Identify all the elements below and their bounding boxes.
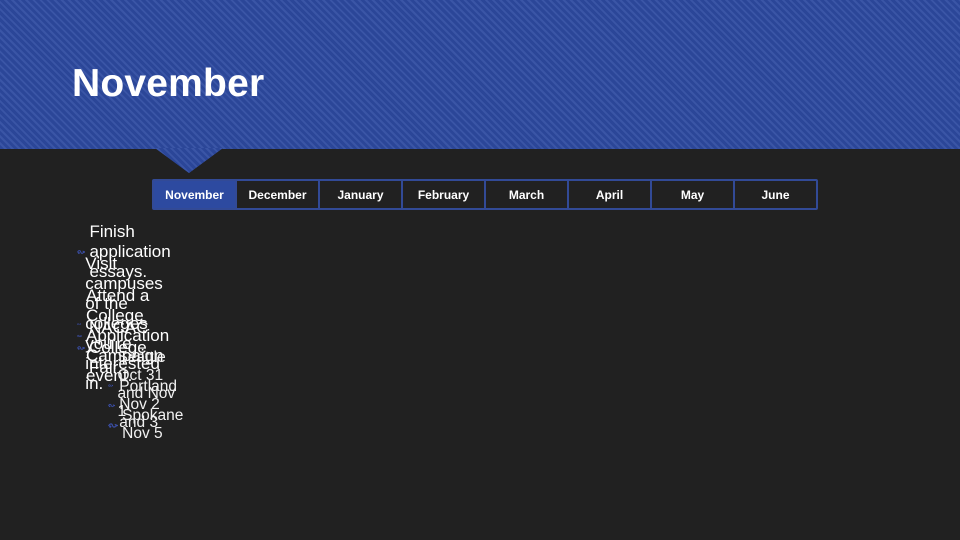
timeline-month-january[interactable]: January [320,181,403,208]
timeline-month-april[interactable]: April [569,181,652,208]
flourish-bullet-icon [108,422,119,428]
timeline-month-february[interactable]: February [403,181,486,208]
flourish-bullet-icon [77,346,86,350]
timeline-month-may[interactable]: May [652,181,735,208]
timeline-month-march[interactable]: March [486,181,569,208]
active-month-pointer [155,148,223,173]
timeline-month-november[interactable]: November [154,181,237,208]
sub-bullet-item: Spokane Nov 5 [108,407,189,443]
timeline-month-june[interactable]: June [735,181,816,208]
timeline-month-december[interactable]: December [237,181,320,208]
month-timeline: November December January February March… [152,179,818,210]
slide-title: November [72,62,265,105]
sub-bullet-text: Spokane Nov 5 [122,407,184,442]
